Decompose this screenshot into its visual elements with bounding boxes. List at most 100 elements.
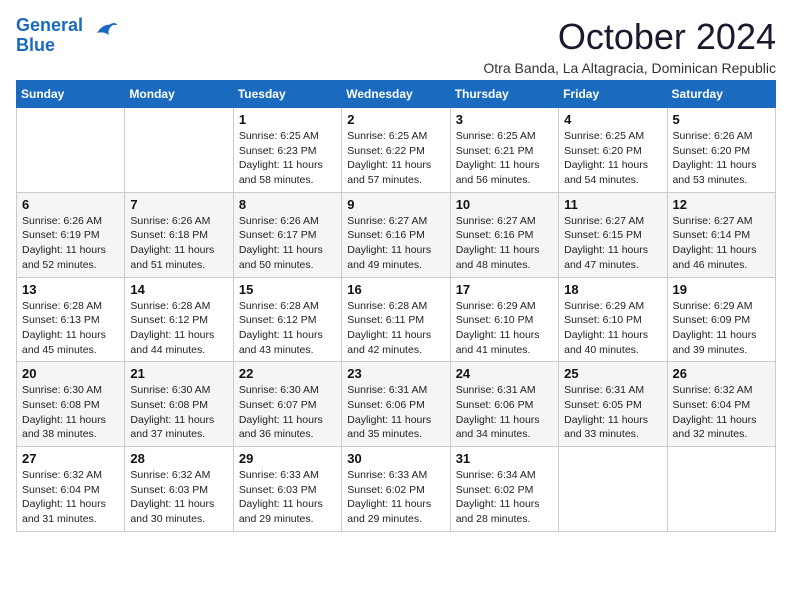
day-info: Sunrise: 6:32 AMSunset: 6:03 PMDaylight:…	[130, 468, 227, 527]
calendar-cell: 8 Sunrise: 6:26 AMSunset: 6:17 PMDaylight…	[233, 192, 341, 277]
day-number: 4	[564, 112, 661, 127]
day-number: 25	[564, 366, 661, 381]
day-number: 1	[239, 112, 336, 127]
day-info: Sunrise: 6:25 AMSunset: 6:21 PMDaylight:…	[456, 129, 553, 188]
calendar-cell: 21Sunrise: 6:30 AMSunset: 6:08 PMDayligh…	[125, 362, 233, 447]
weekday-header-thursday: Thursday	[450, 81, 558, 108]
calendar-cell: 27 Sunrise: 6:32 AMSunset: 6:04 PMDayligh…	[17, 447, 125, 532]
day-number: 22	[239, 366, 336, 381]
day-number: 31	[456, 451, 553, 466]
calendar-cell: 12Sunrise: 6:27 AMSunset: 6:14 PMDayligh…	[667, 192, 775, 277]
calendar-cell: 22 Sunrise: 6:30 AMSunset: 6:07 PMDayligh…	[233, 362, 341, 447]
day-info: Sunrise: 6:26 AMSunset: 6:17 PMDaylight:…	[239, 214, 336, 273]
calendar-week-row: 27 Sunrise: 6:32 AMSunset: 6:04 PMDayligh…	[17, 447, 776, 532]
day-number: 7	[130, 197, 227, 212]
weekday-header-tuesday: Tuesday	[233, 81, 341, 108]
day-number: 3	[456, 112, 553, 127]
calendar-cell	[667, 447, 775, 532]
title-section: October 2024 Otra Banda, La Altagracia, …	[483, 16, 776, 76]
day-info: Sunrise: 6:30 AMSunset: 6:08 PMDaylight:…	[22, 383, 119, 442]
calendar-week-row: 20 Sunrise: 6:30 AMSunset: 6:08 PMDayligh…	[17, 362, 776, 447]
day-info: Sunrise: 6:28 AMSunset: 6:12 PMDaylight:…	[239, 299, 336, 358]
day-number: 9	[347, 197, 444, 212]
day-info: Sunrise: 6:32 AMSunset: 6:04 PMDaylight:…	[22, 468, 119, 527]
calendar-cell	[125, 108, 233, 193]
day-info: Sunrise: 6:26 AMSunset: 6:18 PMDaylight:…	[130, 214, 227, 273]
weekday-header-wednesday: Wednesday	[342, 81, 450, 108]
calendar-cell: 20 Sunrise: 6:30 AMSunset: 6:08 PMDayligh…	[17, 362, 125, 447]
day-number: 15	[239, 282, 336, 297]
weekday-header-sunday: Sunday	[17, 81, 125, 108]
day-number: 26	[673, 366, 770, 381]
day-number: 18	[564, 282, 661, 297]
day-info: Sunrise: 6:27 AMSunset: 6:16 PMDaylight:…	[456, 214, 553, 273]
calendar-cell: 15 Sunrise: 6:28 AMSunset: 6:12 PMDayligh…	[233, 277, 341, 362]
day-number: 6	[22, 197, 119, 212]
calendar-cell	[559, 447, 667, 532]
calendar-cell: 25 Sunrise: 6:31 AMSunset: 6:05 PMDayligh…	[559, 362, 667, 447]
day-info: Sunrise: 6:29 AMSunset: 6:10 PMDaylight:…	[564, 299, 661, 358]
day-info: Sunrise: 6:26 AMSunset: 6:20 PMDaylight:…	[673, 129, 770, 188]
day-info: Sunrise: 6:26 AMSunset: 6:19 PMDaylight:…	[22, 214, 119, 273]
day-info: Sunrise: 6:27 AMSunset: 6:16 PMDaylight:…	[347, 214, 444, 273]
day-info: Sunrise: 6:34 AMSunset: 6:02 PMDaylight:…	[456, 468, 553, 527]
calendar-cell: 19 Sunrise: 6:29 AMSunset: 6:09 PMDayligh…	[667, 277, 775, 362]
calendar-cell: 26 Sunrise: 6:32 AMSunset: 6:04 PMDayligh…	[667, 362, 775, 447]
calendar-cell: 17 Sunrise: 6:29 AMSunset: 6:10 PMDayligh…	[450, 277, 558, 362]
month-title: October 2024	[483, 16, 776, 58]
day-number: 29	[239, 451, 336, 466]
location-subtitle: Otra Banda, La Altagracia, Dominican Rep…	[483, 60, 776, 76]
day-info: Sunrise: 6:25 AMSunset: 6:23 PMDaylight:…	[239, 129, 336, 188]
calendar-cell: 30Sunrise: 6:33 AMSunset: 6:02 PMDayligh…	[342, 447, 450, 532]
day-number: 2	[347, 112, 444, 127]
day-number: 5	[673, 112, 770, 127]
day-number: 21	[130, 366, 227, 381]
day-info: Sunrise: 6:25 AMSunset: 6:20 PMDaylight:…	[564, 129, 661, 188]
day-info: Sunrise: 6:28 AMSunset: 6:12 PMDaylight:…	[130, 299, 227, 358]
calendar-week-row: 1 Sunrise: 6:25 AMSunset: 6:23 PMDaylight…	[17, 108, 776, 193]
day-info: Sunrise: 6:28 AMSunset: 6:13 PMDaylight:…	[22, 299, 119, 358]
calendar-cell: 10 Sunrise: 6:27 AMSunset: 6:16 PMDayligh…	[450, 192, 558, 277]
calendar-week-row: 13Sunrise: 6:28 AMSunset: 6:13 PMDayligh…	[17, 277, 776, 362]
day-number: 30	[347, 451, 444, 466]
day-info: Sunrise: 6:32 AMSunset: 6:04 PMDaylight:…	[673, 383, 770, 442]
calendar-cell: 11 Sunrise: 6:27 AMSunset: 6:15 PMDayligh…	[559, 192, 667, 277]
day-info: Sunrise: 6:25 AMSunset: 6:22 PMDaylight:…	[347, 129, 444, 188]
day-info: Sunrise: 6:31 AMSunset: 6:05 PMDaylight:…	[564, 383, 661, 442]
calendar-cell: 31 Sunrise: 6:34 AMSunset: 6:02 PMDayligh…	[450, 447, 558, 532]
day-number: 28	[130, 451, 227, 466]
calendar-cell: 9 Sunrise: 6:27 AMSunset: 6:16 PMDaylight…	[342, 192, 450, 277]
day-info: Sunrise: 6:31 AMSunset: 6:06 PMDaylight:…	[456, 383, 553, 442]
calendar-cell: 4 Sunrise: 6:25 AMSunset: 6:20 PMDaylight…	[559, 108, 667, 193]
day-info: Sunrise: 6:29 AMSunset: 6:10 PMDaylight:…	[456, 299, 553, 358]
calendar-cell: 23Sunrise: 6:31 AMSunset: 6:06 PMDayligh…	[342, 362, 450, 447]
day-number: 11	[564, 197, 661, 212]
logo-blue: Blue	[16, 35, 55, 55]
calendar-cell: 3 Sunrise: 6:25 AMSunset: 6:21 PMDaylight…	[450, 108, 558, 193]
calendar-table: SundayMondayTuesdayWednesdayThursdayFrid…	[16, 80, 776, 532]
day-info: Sunrise: 6:29 AMSunset: 6:09 PMDaylight:…	[673, 299, 770, 358]
day-number: 10	[456, 197, 553, 212]
calendar-cell: 1 Sunrise: 6:25 AMSunset: 6:23 PMDaylight…	[233, 108, 341, 193]
calendar-cell: 24Sunrise: 6:31 AMSunset: 6:06 PMDayligh…	[450, 362, 558, 447]
calendar-cell: 2 Sunrise: 6:25 AMSunset: 6:22 PMDaylight…	[342, 108, 450, 193]
day-number: 17	[456, 282, 553, 297]
logo-bird-icon	[89, 15, 119, 50]
day-number: 16	[347, 282, 444, 297]
day-info: Sunrise: 6:33 AMSunset: 6:03 PMDaylight:…	[239, 468, 336, 527]
calendar-cell: 28 Sunrise: 6:32 AMSunset: 6:03 PMDayligh…	[125, 447, 233, 532]
day-number: 19	[673, 282, 770, 297]
calendar-cell: 16Sunrise: 6:28 AMSunset: 6:11 PMDayligh…	[342, 277, 450, 362]
day-number: 12	[673, 197, 770, 212]
calendar-cell: 5 Sunrise: 6:26 AMSunset: 6:20 PMDaylight…	[667, 108, 775, 193]
weekday-header-row: SundayMondayTuesdayWednesdayThursdayFrid…	[17, 81, 776, 108]
day-number: 8	[239, 197, 336, 212]
weekday-header-monday: Monday	[125, 81, 233, 108]
calendar-cell: 29 Sunrise: 6:33 AMSunset: 6:03 PMDayligh…	[233, 447, 341, 532]
day-number: 27	[22, 451, 119, 466]
page-header: General Blue October 2024 Otra Banda, La…	[16, 16, 776, 76]
day-info: Sunrise: 6:30 AMSunset: 6:07 PMDaylight:…	[239, 383, 336, 442]
day-info: Sunrise: 6:31 AMSunset: 6:06 PMDaylight:…	[347, 383, 444, 442]
day-info: Sunrise: 6:27 AMSunset: 6:15 PMDaylight:…	[564, 214, 661, 273]
day-number: 20	[22, 366, 119, 381]
